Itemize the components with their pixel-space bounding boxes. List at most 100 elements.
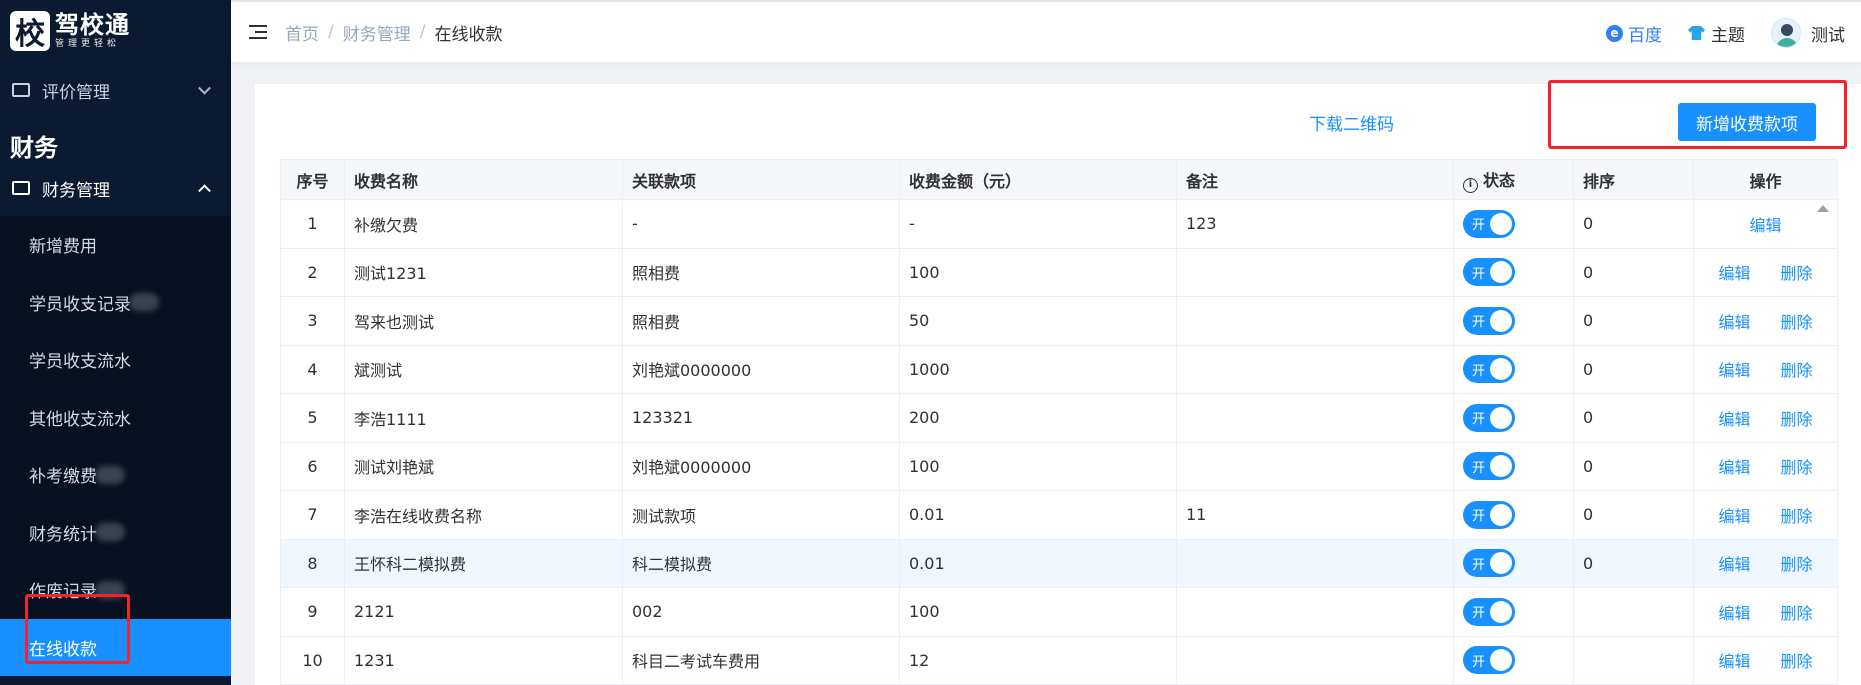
theme-button[interactable]: 主题 xyxy=(1688,21,1745,46)
sidebar-item-student-flow[interactable]: 学员收支流水 xyxy=(0,331,231,389)
edit-link[interactable]: 编辑 xyxy=(1749,216,1781,235)
cell-name: 李浩1111 xyxy=(344,393,623,443)
cell-sort: 0 xyxy=(1573,441,1694,491)
cell-status: 开 xyxy=(1453,538,1574,588)
cell-amount: 50 xyxy=(899,296,1177,346)
breadcrumb: 首页 / 财务管理 / 在线收款 xyxy=(285,20,502,45)
delete-link[interactable]: 删除 xyxy=(1781,313,1813,332)
status-toggle[interactable]: 开 xyxy=(1463,355,1515,384)
cell-status: 开 xyxy=(1453,441,1574,491)
edit-link[interactable]: 编辑 xyxy=(1718,361,1750,380)
cell-index: 9 xyxy=(280,587,345,637)
cell-sort: 0 xyxy=(1573,247,1694,297)
edit-link[interactable]: 编辑 xyxy=(1718,313,1750,332)
cell-status: 开 xyxy=(1453,393,1574,443)
cell-linked: - xyxy=(622,199,900,249)
cell-status: 开 xyxy=(1453,344,1574,394)
breadcrumb-home[interactable]: 首页 xyxy=(285,20,319,45)
cell-remark: 123 xyxy=(1176,199,1454,249)
scroll-up-arrow-icon[interactable] xyxy=(1817,205,1829,212)
delete-link[interactable]: 删除 xyxy=(1781,604,1813,623)
cell-linked: 刘艳斌0000000 xyxy=(622,441,900,491)
cell-amount: 100 xyxy=(899,441,1177,491)
sidebar-item-finance-stats[interactable]: 财务统计 xyxy=(0,504,231,562)
baidu-link[interactable]: e 百度 xyxy=(1606,21,1662,46)
cell-linked: 测试款项 xyxy=(622,490,900,540)
delete-link[interactable]: 删除 xyxy=(1781,507,1813,526)
delete-link[interactable]: 删除 xyxy=(1781,458,1813,477)
status-toggle[interactable]: 开 xyxy=(1463,403,1515,432)
cell-sort: 0 xyxy=(1573,296,1694,346)
download-qrcode-button[interactable]: 下载二维码 xyxy=(1309,110,1394,135)
shirt-icon xyxy=(1688,26,1705,40)
sidebar: 校 驾校通 管理更轻松 评价管理 财务 财务管理 新增费用 学员收支记录 学员收… xyxy=(0,0,231,685)
breadcrumb-finance[interactable]: 财务管理 xyxy=(343,20,411,45)
cell-name: 驾来也测试 xyxy=(344,296,623,346)
table-header: 序号 收费名称 关联款项 收费金额（元） 备注 i 状态 排序 操作 xyxy=(280,159,1838,200)
cell-index: 7 xyxy=(280,490,345,540)
status-toggle[interactable]: 开 xyxy=(1463,549,1515,578)
table-row: 6 测试刘艳斌 刘艳斌0000000 100 开 0 编辑 删除 xyxy=(280,441,1838,491)
status-toggle[interactable]: 开 xyxy=(1463,258,1515,287)
cell-remark xyxy=(1176,344,1454,394)
wallet-icon xyxy=(12,181,30,195)
cell-actions: 编辑 xyxy=(1693,199,1838,249)
cell-name: 王怀科二模拟费 xyxy=(344,538,623,588)
status-toggle[interactable]: 开 xyxy=(1463,597,1515,626)
delete-link[interactable]: 删除 xyxy=(1781,361,1813,380)
edit-link[interactable]: 编辑 xyxy=(1718,507,1750,526)
menu-toggle-icon[interactable] xyxy=(249,25,267,39)
edit-link[interactable]: 编辑 xyxy=(1718,604,1750,623)
sidebar-item-student-records[interactable]: 学员收支记录 xyxy=(0,274,231,332)
edit-link[interactable]: 编辑 xyxy=(1718,410,1750,429)
status-toggle[interactable]: 开 xyxy=(1463,500,1515,529)
table-row: 9 2121 002 100 开 编辑 删除 xyxy=(280,587,1838,637)
cell-sort: 0 xyxy=(1573,490,1694,540)
status-toggle[interactable]: 开 xyxy=(1463,209,1515,238)
redacted-mark xyxy=(95,465,125,484)
status-toggle[interactable]: 开 xyxy=(1463,306,1515,335)
menu-finance[interactable]: 财务管理 xyxy=(0,160,231,216)
cell-status: 开 xyxy=(1453,587,1574,637)
menu-review[interactable]: 评价管理 xyxy=(0,62,231,118)
highlight-box xyxy=(25,594,130,664)
cell-actions: 编辑 删除 xyxy=(1693,635,1838,685)
avatar xyxy=(1771,18,1801,48)
cell-name: 斌测试 xyxy=(344,344,623,394)
cell-linked: 刘艳斌0000000 xyxy=(622,344,900,394)
edit-link[interactable]: 编辑 xyxy=(1718,652,1750,671)
logo-slogan: 管理更轻松 xyxy=(55,39,121,49)
cell-actions: 编辑 删除 xyxy=(1693,441,1838,491)
chevron-down-icon xyxy=(198,81,211,95)
cell-amount: 200 xyxy=(899,393,1177,443)
delete-link[interactable]: 删除 xyxy=(1781,555,1813,574)
cell-linked: 002 xyxy=(622,587,900,637)
info-icon[interactable]: i xyxy=(1463,177,1478,193)
delete-link[interactable]: 删除 xyxy=(1781,264,1813,283)
header: 首页 / 财务管理 / 在线收款 e 百度 主题 测试 xyxy=(231,0,1861,62)
table-row: 10 1231 科目二考试车费用 12 开 编辑 删除 xyxy=(280,635,1838,685)
delete-link[interactable]: 删除 xyxy=(1781,410,1813,429)
edit-link[interactable]: 编辑 xyxy=(1718,458,1750,477)
sidebar-item-retest-fee[interactable]: 补考缴费 xyxy=(0,446,231,504)
table-row: 3 驾来也测试 照相费 50 开 0 编辑 删除 xyxy=(280,296,1838,346)
edit-link[interactable]: 编辑 xyxy=(1718,264,1750,283)
cell-sort: 0 xyxy=(1573,344,1694,394)
sidebar-item-add-fee[interactable]: 新增费用 xyxy=(0,216,231,274)
menu-review-label: 评价管理 xyxy=(42,82,110,103)
cell-remark xyxy=(1176,296,1454,346)
cell-actions: 编辑 删除 xyxy=(1693,587,1838,637)
cell-sort: 0 xyxy=(1573,393,1694,443)
status-toggle[interactable]: 开 xyxy=(1463,646,1515,675)
cell-actions: 编辑 删除 xyxy=(1693,538,1838,588)
status-toggle[interactable]: 开 xyxy=(1463,452,1515,481)
cell-status: 开 xyxy=(1453,490,1574,540)
user-menu[interactable]: 测试 xyxy=(1771,18,1845,48)
breadcrumb-current: 在线收款 xyxy=(434,24,503,45)
section-title: 财务 xyxy=(10,134,58,162)
user-name: 测试 xyxy=(1811,25,1845,46)
cell-remark xyxy=(1176,441,1454,491)
sidebar-item-other-flow[interactable]: 其他收支流水 xyxy=(0,389,231,447)
edit-link[interactable]: 编辑 xyxy=(1718,555,1750,574)
delete-link[interactable]: 删除 xyxy=(1781,652,1813,671)
